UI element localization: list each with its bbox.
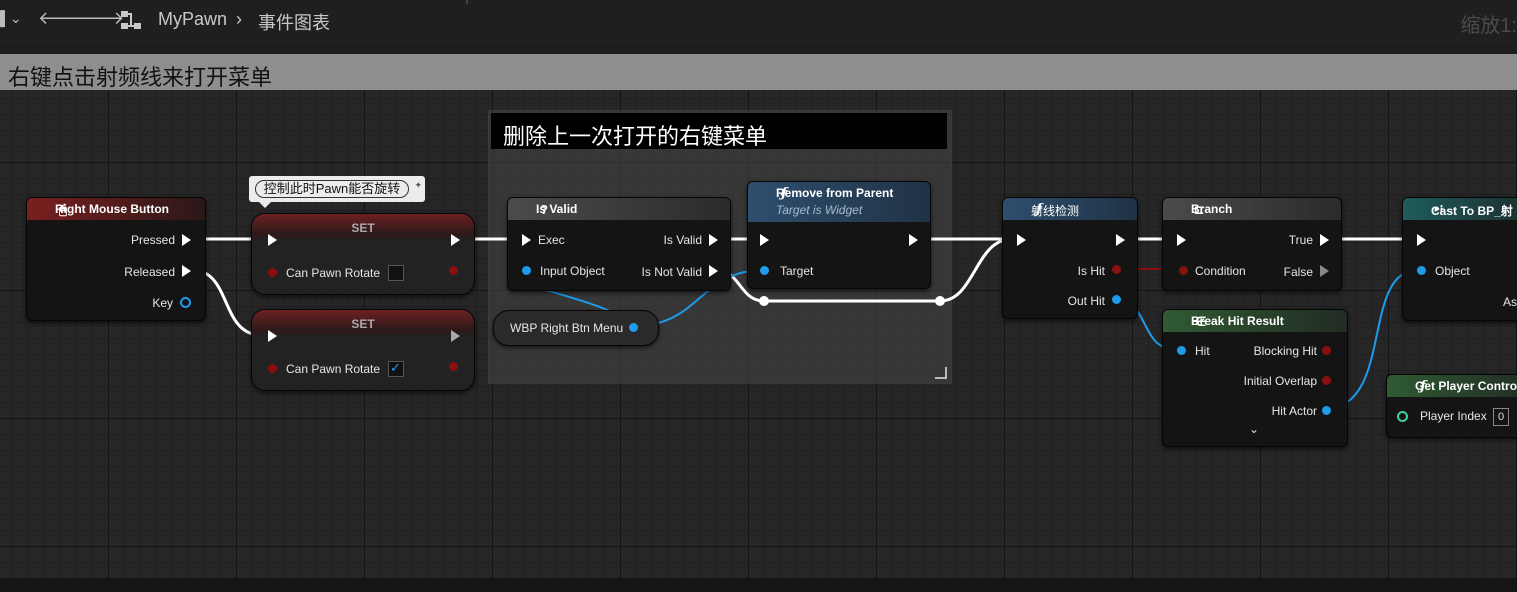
node-get-player-controller[interactable]: ƒ Get Player Contro Player Index 0 [1386,374,1517,438]
int-pin-player-index[interactable] [1397,411,1408,422]
tooltip-text: 控制此时Pawn能否旋转 [255,180,409,198]
node-title: SET [351,317,375,331]
graph-toolbar: ▌⌄ 🡐 🡒 MyPawn › 事件图表 缩放1: [0,0,1517,44]
breadcrumb-graph[interactable]: 事件图表 [258,9,330,35]
object-pin-out[interactable] [629,323,638,332]
node-title: SET [351,221,375,235]
reroute-node[interactable] [935,296,945,306]
pin-label-condition: Condition [1195,264,1246,278]
node-title: Is Valid [536,202,578,216]
pin-label-as: As [1503,295,1517,309]
node-subtitle: Target is Widget [776,203,863,217]
exec-pin-in[interactable] [522,234,531,246]
node-set-can-pawn-rotate-2[interactable]: SET Can Pawn Rotate [251,309,475,391]
exec-pin-in[interactable] [1017,234,1026,246]
exec-pin-in[interactable] [1417,234,1426,246]
pin-label-is-not-valid: Is Not Valid [641,265,702,279]
object-pin-hit-actor[interactable] [1322,406,1331,415]
exec-pin-in[interactable] [268,234,277,246]
breadcrumb-separator-icon: › [236,9,242,29]
node-title: Cast To BP_射 [1431,204,1513,218]
pin-label-false: False [1283,265,1313,279]
pin-label-out-hit: Out Hit [1067,294,1105,308]
object-pin-input[interactable] [522,266,531,275]
variable-wbp-right-btn-menu[interactable]: WBP Right Btn Menu [493,310,659,346]
pin-label-is-hit: Is Hit [1077,264,1105,278]
set-tooltip: 控制此时Pawn能否旋转 ✦ [249,176,425,208]
divider [466,0,468,4]
value-checkbox[interactable] [388,360,404,377]
reroute-node[interactable] [759,296,769,306]
struct-pin-hit[interactable] [1177,346,1186,355]
exec-pin-out[interactable] [909,234,918,246]
node-graph-icon [120,10,142,35]
exec-pin-in[interactable] [1177,234,1186,246]
node-title: 射线检测 [1031,204,1080,218]
pin-label-var: Can Pawn Rotate [286,266,381,280]
exec-pin-is-not-valid[interactable] [709,265,718,277]
pin-label-key: Key [152,296,173,310]
node-right-mouse-button[interactable]: 🖱 Right Mouse Button Pressed Released Key [26,197,206,321]
value-checkbox[interactable] [388,265,404,281]
exec-pin-out[interactable] [1116,234,1125,246]
bool-pin-condition[interactable] [1179,266,1188,275]
bool-pin-blocking-hit[interactable] [1322,346,1331,355]
pin-label-hit-actor: Hit Actor [1271,404,1317,418]
variable-label: WBP Right Btn Menu [510,321,624,335]
bool-pin-out[interactable] [449,362,458,371]
pin-label-var: Can Pawn Rotate [286,362,381,376]
zoom-label: 缩放1: [1460,15,1517,37]
node-title: Branch [1191,202,1233,216]
object-pin-target[interactable] [760,266,769,275]
node-title: Break Hit Result [1191,314,1284,328]
node-remove-from-parent[interactable]: ƒ Remove from Parent Target is Widget Tar… [747,181,931,289]
node-line-trace[interactable]: ƒ 射线检测 Is Hit Out Hit [1002,197,1138,319]
bool-pin-initial-overlap[interactable] [1322,376,1331,385]
bottom-bar [0,578,1517,592]
bool-pin-in[interactable] [268,268,277,277]
exec-pin-in[interactable] [760,234,769,246]
node-is-valid[interactable]: ? Is Valid Exec Is Valid Input Object Is … [507,197,731,291]
pin-label-blocking-hit: Blocking Hit [1253,344,1317,358]
exec-pin-is-valid[interactable] [709,234,718,246]
bool-pin-out[interactable] [449,266,458,275]
exec-pin-out[interactable] [451,330,460,342]
pin-label-target: Target [780,264,814,278]
pin-label-pressed: Pressed [130,233,175,247]
dropdown-chevron-icon[interactable]: ▌⌄ [0,10,22,27]
exec-pin-pressed[interactable] [182,234,191,246]
arrow-right-icon[interactable]: 🡒 [76,8,124,29]
pin-label-exec: Exec [538,233,565,247]
exec-pin-true[interactable] [1320,234,1329,246]
pin-label-true: True [1288,233,1313,247]
object-pin-object[interactable] [1417,266,1426,275]
node-title: Get Player Contro [1415,379,1517,393]
exec-pin-released[interactable] [182,265,191,277]
node-break-hit-result[interactable]: ⋲ Break Hit Result Hit Blocking Hit Initi… [1162,309,1348,447]
pin-label-player-index: Player Index [1420,409,1487,423]
pin-label-object: Object [1435,264,1470,278]
key-pin[interactable] [180,297,191,308]
pin-label-input-object: Input Object [540,264,605,278]
bool-pin-in[interactable] [268,364,277,373]
chevron-down-icon[interactable]: ⌄ [1249,422,1259,436]
node-title: Right Mouse Button [55,202,169,216]
pin-label-initial-overlap: Initial Overlap [1243,374,1317,388]
node-cast-to[interactable]: ▸⁝ Cast To BP_射 Object As [1402,197,1517,321]
breadcrumb-owner[interactable]: MyPawn [158,9,227,30]
bool-pin-is-hit[interactable] [1112,265,1121,274]
pin-label-hit: Hit [1195,344,1210,358]
pin-icon[interactable]: ✦ [414,180,422,191]
node-title: Remove from Parent [776,186,894,200]
node-branch[interactable]: ⊏ Branch True Condition False [1162,197,1342,291]
exec-pin-out[interactable] [451,234,460,246]
pin-label-released: Released [124,265,175,279]
blueprint-graph[interactable]: 右键点击射频线来打开菜单 删除上一次打开的右键菜单 🖱 Right Mouse B… [0,54,1517,578]
exec-pin-false[interactable] [1320,265,1329,277]
player-index-input[interactable]: 0 [1493,408,1509,426]
exec-pin-in[interactable] [268,330,277,342]
struct-pin-out-hit[interactable] [1112,295,1121,304]
node-set-can-pawn-rotate-1[interactable]: SET Can Pawn Rotate [251,213,475,295]
pin-label-is-valid: Is Valid [663,233,702,247]
